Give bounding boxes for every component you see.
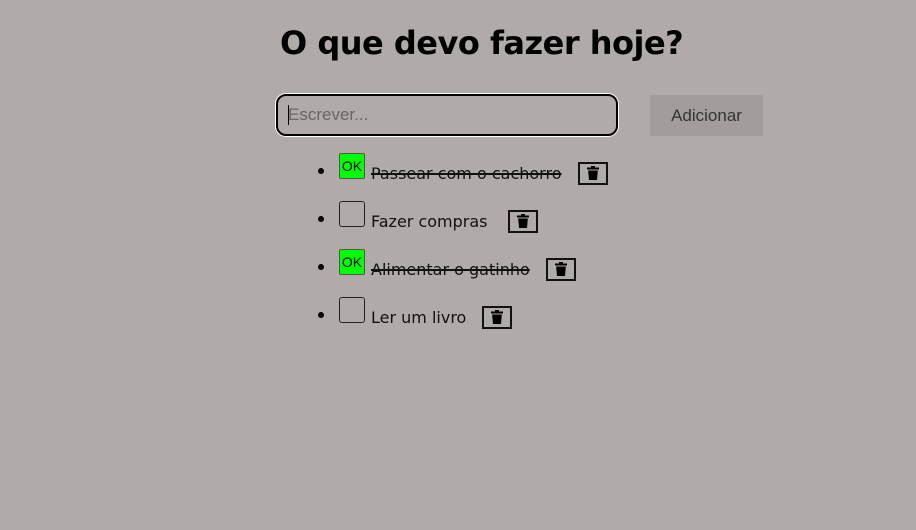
task-checkbox[interactable]: OK: [339, 249, 365, 275]
add-task-button[interactable]: Adicionar: [650, 95, 763, 136]
trash-icon: [554, 262, 567, 276]
todo-app: O que devo fazer hoje? Adicionar OK Pass…: [0, 0, 916, 530]
bullet: [318, 312, 324, 318]
delete-task-button[interactable]: [507, 209, 538, 233]
task-checkbox[interactable]: OK: [339, 153, 365, 179]
delete-task-button[interactable]: [482, 305, 513, 329]
page-title: O que devo fazer hoje?: [280, 24, 684, 62]
task-text: Alimentar o gatinho: [371, 259, 530, 279]
task-checkbox[interactable]: [339, 201, 365, 227]
task-text: Fazer compras: [371, 211, 488, 231]
bullet: [318, 168, 324, 174]
bullet: [318, 264, 324, 270]
task-item: OK Alimentar o gatinho: [318, 249, 576, 282]
task-input[interactable]: [276, 94, 618, 136]
task-text: Passear com o cachorro: [371, 163, 562, 183]
task-checkbox[interactable]: [339, 297, 365, 323]
task-text: Ler um livro: [371, 307, 467, 327]
trash-icon: [586, 166, 599, 180]
delete-task-button[interactable]: [545, 257, 576, 281]
trash-icon: [516, 214, 529, 228]
delete-task-button[interactable]: [577, 161, 608, 185]
bullet: [318, 216, 324, 222]
text-caret: [288, 105, 289, 125]
trash-icon: [491, 310, 504, 324]
task-item: Ler um livro: [318, 297, 513, 330]
task-item: OK Passear com o cachorro: [318, 153, 608, 186]
task-item: Fazer compras: [318, 201, 538, 234]
